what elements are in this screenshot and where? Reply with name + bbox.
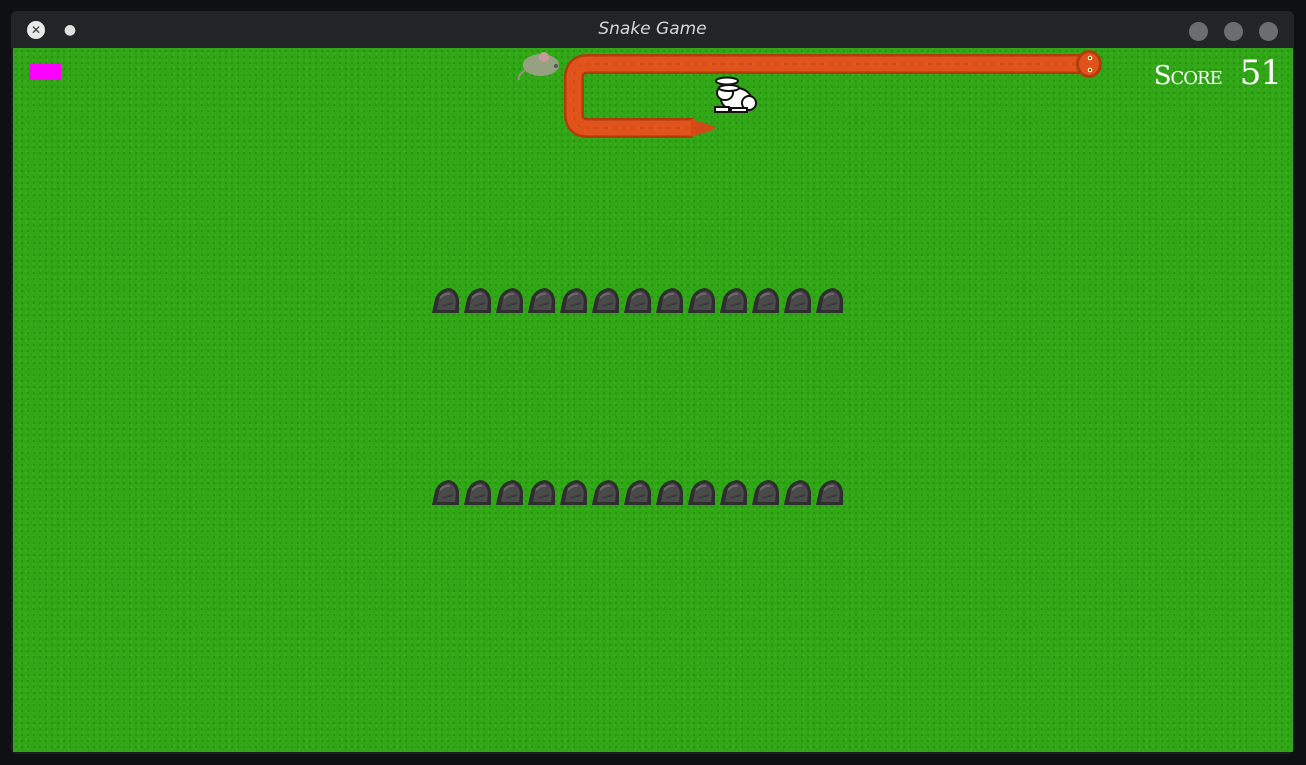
title-bar[interactable]: ✕ ● Snake Game [11,11,1294,48]
game-board[interactable]: Score 51 [13,48,1293,752]
rock-icon [813,284,845,316]
rock-icon [749,476,781,508]
rock-icon [493,476,525,508]
rock-icon [653,284,685,316]
maximize-button[interactable] [1224,22,1243,41]
rock-icon [813,476,845,508]
rock-icon [717,284,749,316]
rock-icon [685,284,717,316]
mouse-icon [517,52,559,81]
rock-icon [653,476,685,508]
rock-icon [589,476,621,508]
rock-icon [589,284,621,316]
rabbit-icon [714,76,757,113]
sprites-layer [517,50,1102,138]
rock-icon [525,476,557,508]
rock-icon [429,284,461,316]
rock-icon [685,476,717,508]
rock-icon [461,476,493,508]
snake [564,50,1102,138]
rock-row-bottom [429,476,845,508]
rock-row-top [429,284,845,316]
rock-icon [557,476,589,508]
game-window: ✕ ● Snake Game Score 51 [11,11,1294,754]
rock-icon [493,284,525,316]
close-button[interactable] [1259,22,1278,41]
minimize-button[interactable] [1189,22,1208,41]
rock-icon [429,476,461,508]
rock-icon [621,284,653,316]
rock-icon [749,284,781,316]
snake-head [1076,50,1102,78]
rock-icon [781,476,813,508]
rock-icon [621,476,653,508]
rock-icon [557,284,589,316]
window-title: Snake Game [598,19,707,39]
rock-icon [781,284,813,316]
rock-icon [525,284,557,316]
rock-icon [461,284,493,316]
rock-icon [717,476,749,508]
